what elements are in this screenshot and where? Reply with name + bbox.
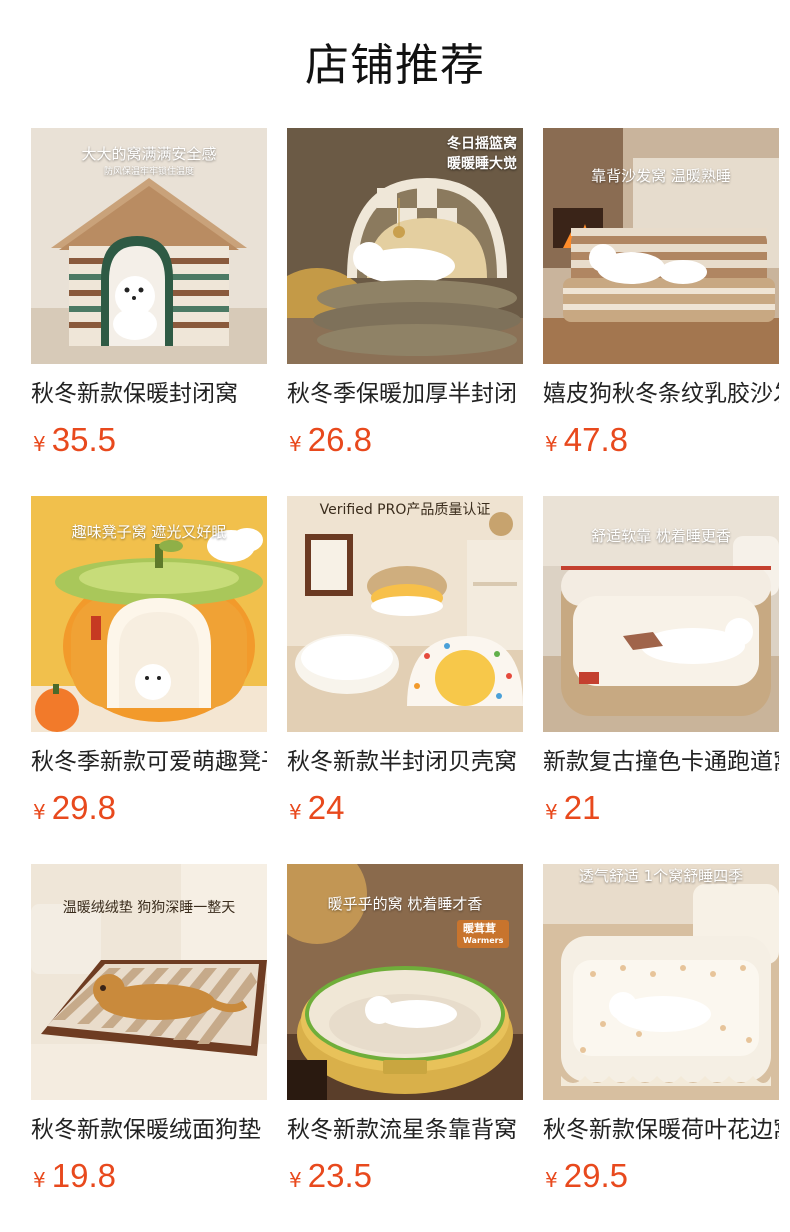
- product-card[interactable]: 大大的窝满满安全感 防风保温牢牢锁住温度 秋冬新款保暖封闭窝 ¥ 35.5: [31, 128, 267, 496]
- product-image[interactable]: 透气舒适 1个窝舒睡四季: [543, 864, 779, 1100]
- image-caption: Verified PRO产品质量认证: [319, 502, 491, 518]
- product-name[interactable]: 秋冬新款保暖荷叶花边窝: [543, 1114, 779, 1148]
- product-grid: 大大的窝满满安全感 防风保温牢牢锁住温度 秋冬新款保暖封闭窝 ¥ 35.5 冬日…: [31, 128, 779, 1232]
- price-value: 24: [307, 789, 345, 826]
- price-value: 21: [563, 789, 601, 826]
- product-name[interactable]: 新款复古撞色卡通跑道窝: [543, 746, 779, 780]
- currency-symbol: ¥: [545, 1168, 558, 1192]
- price-value: 47.8: [563, 421, 628, 458]
- image-badge-text: 暖茸茸: [463, 922, 496, 935]
- price-value: 23.5: [307, 1157, 372, 1194]
- currency-symbol: ¥: [33, 800, 46, 824]
- ruffle-bed-image: [543, 864, 779, 1100]
- image-caption: 靠背沙发窝 温暖熟睡: [591, 167, 731, 185]
- price-value: 26.8: [307, 421, 372, 458]
- image-badge: 暖茸茸 Warmers: [457, 920, 510, 948]
- currency-symbol: ¥: [33, 432, 46, 456]
- image-caption: 暖乎乎的窝 枕着睡才香: [327, 895, 483, 913]
- product-card[interactable]: 趣味凳子窝 遮光又好眠 秋冬季新款可爱萌趣凳子窝 ¥ 29.8: [31, 496, 267, 864]
- product-card[interactable]: 透气舒适 1个窝舒睡四季 秋冬新款保暖荷叶花边窝 ¥ 29.5: [543, 864, 779, 1232]
- currency-symbol: ¥: [33, 1168, 46, 1192]
- product-name[interactable]: 秋冬新款流星条靠背窝: [287, 1114, 523, 1148]
- product-image[interactable]: 大大的窝满满安全感 防风保温牢牢锁住温度: [31, 128, 267, 364]
- product-price: ¥ 29.5: [543, 1156, 779, 1196]
- product-card[interactable]: Verified PRO产品质量认证 秋冬新款半封闭贝壳窝 ¥ 24: [287, 496, 523, 864]
- product-price: ¥ 29.8: [31, 788, 267, 828]
- image-caption: 大大的窝满满安全感: [81, 145, 217, 163]
- price-value: 35.5: [51, 421, 116, 458]
- price-value: 19.8: [51, 1157, 116, 1194]
- product-image[interactable]: 温暖绒绒垫 狗狗深睡一整天: [31, 864, 267, 1100]
- shell-bed-image: [287, 496, 523, 732]
- image-badge-sub: Warmers: [463, 936, 504, 945]
- product-card[interactable]: 舒适软靠 枕着睡更香 新款复古撞色卡通跑道窝 ¥ 21: [543, 496, 779, 864]
- currency-symbol: ¥: [289, 800, 302, 824]
- image-subcaption: 防风保温牢牢锁住温度: [103, 167, 194, 177]
- product-card[interactable]: 冬日摇篮窝 暖暖睡大觉 秋冬季保暖加厚半封闭 ¥ 26.8: [287, 128, 523, 496]
- product-card[interactable]: 靠背沙发窝 温暖熟睡 嬉皮狗秋冬条纹乳胶沙发 ¥ 47.8: [543, 128, 779, 496]
- product-price: ¥ 35.5: [31, 420, 267, 460]
- product-name[interactable]: 秋冬新款保暖封闭窝: [31, 378, 267, 412]
- product-image[interactable]: 舒适软靠 枕着睡更香: [543, 496, 779, 732]
- image-caption-line1: 冬日摇篮窝: [447, 136, 517, 152]
- product-price: ¥ 21: [543, 788, 779, 828]
- product-price: ¥ 47.8: [543, 420, 779, 460]
- product-name[interactable]: 秋冬季保暖加厚半封闭: [287, 378, 523, 412]
- product-image[interactable]: 趣味凳子窝 遮光又好眠: [31, 496, 267, 732]
- currency-symbol: ¥: [289, 1168, 302, 1192]
- product-image[interactable]: 靠背沙发窝 温暖熟睡: [543, 128, 779, 364]
- price-value: 29.8: [51, 789, 116, 826]
- currency-symbol: ¥: [545, 800, 558, 824]
- sofa-bed-image: [543, 128, 779, 364]
- product-card[interactable]: 温暖绒绒垫 狗狗深睡一整天 秋冬新款保暖绒面狗垫 ¥ 19.8: [31, 864, 267, 1232]
- product-card[interactable]: 暖乎乎的窝 枕着睡才香 暖茸茸 Warmers 秋冬新款流星条靠背窝 ¥ 23.…: [287, 864, 523, 1232]
- image-caption: 温暖绒绒垫 狗狗深睡一整天: [62, 900, 236, 916]
- currency-symbol: ¥: [289, 432, 302, 456]
- product-image[interactable]: Verified PRO产品质量认证: [287, 496, 523, 732]
- product-price: ¥ 26.8: [287, 420, 523, 460]
- product-name[interactable]: 嬉皮狗秋冬条纹乳胶沙发: [543, 378, 779, 412]
- image-caption-line2: 暖暖睡大觉: [447, 156, 517, 172]
- product-name[interactable]: 秋冬新款保暖绒面狗垫: [31, 1114, 267, 1148]
- image-caption: 舒适软靠 枕着睡更香: [591, 527, 731, 545]
- product-image[interactable]: 暖乎乎的窝 枕着睡才香 暖茸茸 Warmers: [287, 864, 523, 1100]
- product-name[interactable]: 秋冬季新款可爱萌趣凳子窝: [31, 746, 267, 780]
- product-price: ¥ 19.8: [31, 1156, 267, 1196]
- image-caption: 透气舒适 1个窝舒睡四季: [578, 867, 744, 885]
- image-caption: 趣味凳子窝 遮光又好眠: [71, 523, 227, 541]
- currency-symbol: ¥: [545, 432, 558, 456]
- product-image[interactable]: 冬日摇篮窝 暖暖睡大觉: [287, 128, 523, 364]
- product-price: ¥ 23.5: [287, 1156, 523, 1196]
- page-title: 店铺推荐: [305, 40, 485, 91]
- product-name[interactable]: 秋冬新款半封闭贝壳窝: [287, 746, 523, 780]
- price-value: 29.5: [563, 1157, 628, 1194]
- product-price: ¥ 24: [287, 788, 523, 828]
